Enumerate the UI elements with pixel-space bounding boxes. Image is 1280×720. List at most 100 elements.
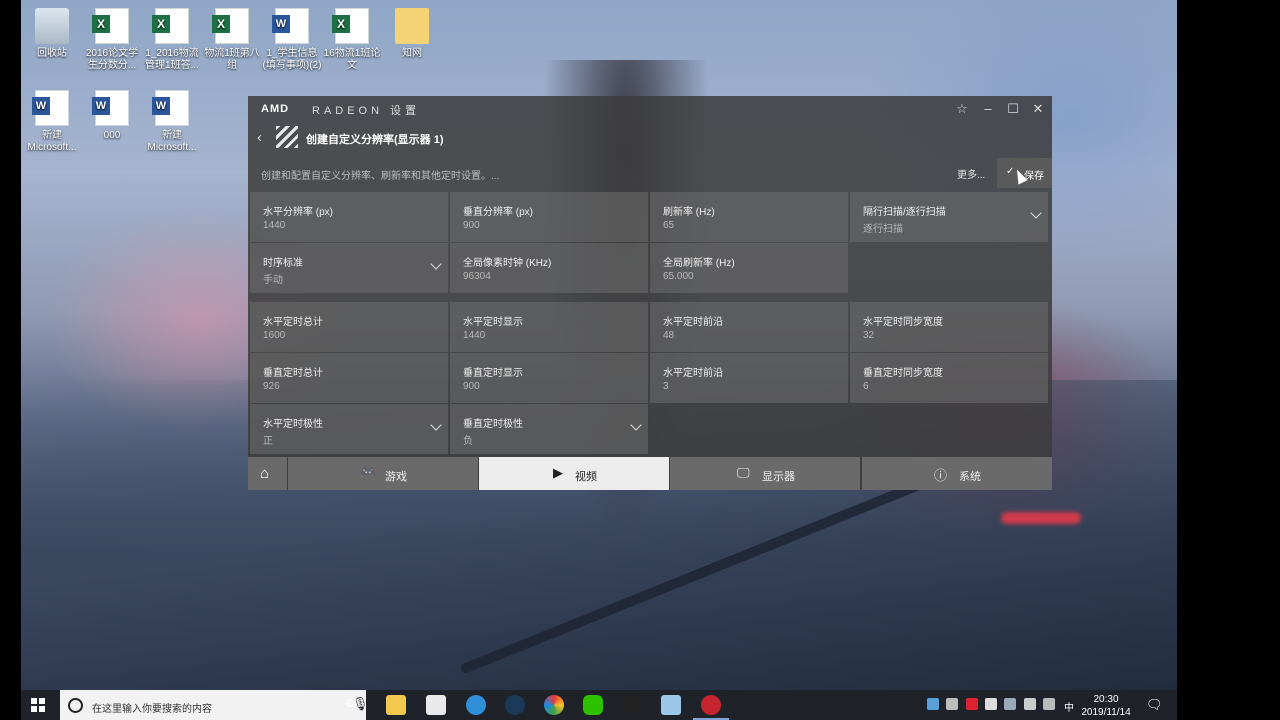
v-timing-total-field[interactable]: 垂直定时总计 926 bbox=[250, 353, 448, 403]
steam-icon[interactable] bbox=[505, 695, 525, 715]
tab-label: 显示器 bbox=[762, 471, 795, 483]
desktop-icon-folder-1[interactable]: 知网 bbox=[382, 8, 442, 60]
gamepad-icon: 🎮 bbox=[360, 465, 377, 480]
tray-amd-icon[interactable] bbox=[966, 698, 978, 710]
close-button[interactable]: ✕ bbox=[1029, 100, 1047, 118]
qq-icon[interactable] bbox=[622, 695, 642, 715]
timing-standard-dropdown[interactable]: 时序标准 手动 bbox=[250, 243, 448, 293]
desktop-icon-excel-4[interactable]: 16物流1班论文 bbox=[322, 8, 382, 72]
field-label: 水平定时前沿 bbox=[663, 317, 723, 328]
tab-label: 游戏 bbox=[385, 471, 407, 483]
edge-browser-icon[interactable] bbox=[466, 695, 486, 715]
volume-icon[interactable] bbox=[1024, 698, 1036, 710]
desktop-icon-excel-2[interactable]: 1_2016物流管理1班答... bbox=[142, 8, 202, 72]
h-timing-total-field[interactable]: 水平定时总计 1600 bbox=[250, 302, 448, 352]
file-explorer-icon[interactable] bbox=[386, 695, 406, 715]
custom-resolution-icon bbox=[276, 126, 298, 148]
desktop-icon-label: 新建 Microsoft... bbox=[147, 130, 197, 153]
field-value: 900 bbox=[463, 220, 480, 231]
wallpaper-taillight bbox=[1001, 512, 1081, 524]
chevron-down-icon bbox=[630, 419, 642, 431]
desktop-icon-word-1[interactable]: 1_学生信息(填写事项)(2) bbox=[262, 8, 322, 72]
play-icon: ▶ bbox=[553, 465, 563, 480]
clock-date: 2019/11/14 bbox=[1081, 707, 1131, 718]
minimize-button[interactable]: – bbox=[979, 100, 997, 118]
desktop-icon-excel-3[interactable]: 物流1班第八组 bbox=[202, 8, 262, 72]
desktop-icon-recycle-bin[interactable]: 回收站 bbox=[22, 8, 82, 60]
desktop-icon-label: 回收站 bbox=[37, 48, 67, 59]
v-timing-display-field[interactable]: 垂直定时显示 900 bbox=[450, 353, 648, 403]
field-value: 96304 bbox=[463, 271, 491, 282]
field-value: 926 bbox=[263, 381, 280, 392]
v-timing-front-porch-field[interactable]: 水平定时前沿 3 bbox=[650, 353, 848, 403]
desktop-icon-word-2[interactable]: 新建 Microsoft... bbox=[22, 90, 82, 154]
field-label: 时序标准 bbox=[263, 258, 303, 269]
desktop-icon-word-4[interactable]: 新建 Microsoft... bbox=[142, 90, 202, 154]
tab-games[interactable]: 🎮 游戏 bbox=[288, 457, 478, 490]
h-timing-front-porch-field[interactable]: 水平定时前沿 48 bbox=[650, 302, 848, 352]
wechat-icon[interactable] bbox=[583, 695, 603, 715]
v-timing-polarity-dropdown[interactable]: 垂直定时极性 负 bbox=[450, 404, 648, 454]
field-label: 水平定时同步宽度 bbox=[863, 317, 943, 328]
desktop-icon-label: 2016论文学生分数分... bbox=[85, 48, 139, 71]
desktop-icon-label: 新建 Microsoft... bbox=[27, 130, 77, 153]
page-header: ‹ 创建自定义分辨率(显示器 1) bbox=[248, 124, 1052, 152]
tab-label: 视频 bbox=[575, 471, 597, 483]
tray-app-icon[interactable] bbox=[927, 698, 939, 710]
h-timing-polarity-dropdown[interactable]: 水平定时极性 正 bbox=[250, 404, 448, 454]
ime-indicator[interactable]: 中 bbox=[1064, 699, 1074, 714]
excel-file-icon bbox=[92, 8, 129, 44]
mail-icon[interactable] bbox=[426, 695, 446, 715]
field-value: 65.000 bbox=[663, 271, 694, 282]
favorite-star-icon[interactable]: ☆ bbox=[953, 100, 971, 118]
field-label: 隔行扫描/逐行扫描 bbox=[863, 207, 946, 218]
tab-video[interactable]: ▶ 视频 bbox=[479, 457, 669, 490]
task-view-icon[interactable]: ⧉ bbox=[346, 695, 366, 715]
maximize-button[interactable]: ☐ bbox=[1004, 100, 1022, 118]
desktop-icon-excel-1[interactable]: 2016论文学生分数分... bbox=[82, 8, 142, 72]
clock[interactable]: 20:30 2019/11/14 bbox=[1078, 693, 1134, 719]
vertical-resolution-field[interactable]: 垂直分辨率 (px) 900 bbox=[450, 192, 648, 242]
refresh-rate-field[interactable]: 刷新率 (Hz) 65 bbox=[650, 192, 848, 242]
home-button[interactable]: ⌂ bbox=[248, 457, 287, 490]
chrome-browser-icon[interactable] bbox=[544, 695, 564, 715]
chevron-down-icon bbox=[430, 258, 442, 270]
tray-shield-icon[interactable] bbox=[985, 698, 997, 710]
h-timing-sync-width-field[interactable]: 水平定时同步宽度 32 bbox=[850, 302, 1048, 352]
field-value: 6 bbox=[863, 381, 869, 392]
field-value: 900 bbox=[463, 381, 480, 392]
info-icon: ⓘ bbox=[934, 468, 948, 483]
field-value: 32 bbox=[863, 330, 875, 341]
field-label: 全局像素时钟 (KHz) bbox=[463, 258, 552, 269]
amd-logo: AMD bbox=[261, 103, 290, 115]
desktop-icon-word-3[interactable]: 000 bbox=[82, 90, 142, 142]
desktop-icon-label: 物流1班第八组 bbox=[204, 48, 260, 71]
field-label: 水平定时前沿 bbox=[663, 368, 723, 379]
windows-start-icon[interactable] bbox=[31, 698, 45, 712]
more-link[interactable]: 更多... bbox=[957, 166, 985, 181]
tray-app-icon[interactable] bbox=[1043, 698, 1055, 710]
notification-center-icon[interactable]: 🗨 bbox=[1146, 697, 1163, 713]
tab-system[interactable]: ⓘ 系统 bbox=[862, 457, 1052, 490]
window-titlebar[interactable]: AMD RADEON 设置 ☆ – ☐ ✕ bbox=[248, 96, 1052, 122]
amd-radeon-icon[interactable] bbox=[693, 695, 729, 720]
taskbar-search[interactable]: 在这里输入你要搜索的内容 🎙 bbox=[60, 690, 369, 720]
tab-display[interactable]: 🖵 显示器 bbox=[670, 457, 860, 490]
app-icon[interactable] bbox=[661, 695, 681, 715]
field-label: 垂直定时极性 bbox=[463, 419, 523, 430]
bottom-nav: ⌂ 🎮 游戏 ▶ 视频 🖵 显示器 ⓘ 系统 bbox=[248, 457, 1052, 490]
cortana-icon bbox=[68, 698, 83, 713]
chevron-down-icon bbox=[1030, 207, 1042, 219]
field-value: 65 bbox=[663, 220, 675, 231]
scan-mode-dropdown[interactable]: 隔行扫描/逐行扫描 逐行扫描 bbox=[850, 192, 1048, 242]
field-label: 刷新率 (Hz) bbox=[663, 207, 715, 218]
network-icon[interactable] bbox=[1004, 698, 1016, 710]
letterbox-right bbox=[1177, 0, 1280, 720]
horizontal-resolution-field[interactable]: 水平分辨率 (px) 1440 bbox=[250, 192, 448, 242]
word-file-icon bbox=[272, 8, 309, 44]
v-timing-sync-width-field[interactable]: 垂直定时同步宽度 6 bbox=[850, 353, 1048, 403]
h-timing-display-field[interactable]: 水平定时显示 1440 bbox=[450, 302, 648, 352]
tray-app-icon[interactable] bbox=[946, 698, 958, 710]
chevron-down-icon bbox=[430, 419, 442, 431]
back-arrow-icon[interactable]: ‹ bbox=[257, 129, 262, 146]
